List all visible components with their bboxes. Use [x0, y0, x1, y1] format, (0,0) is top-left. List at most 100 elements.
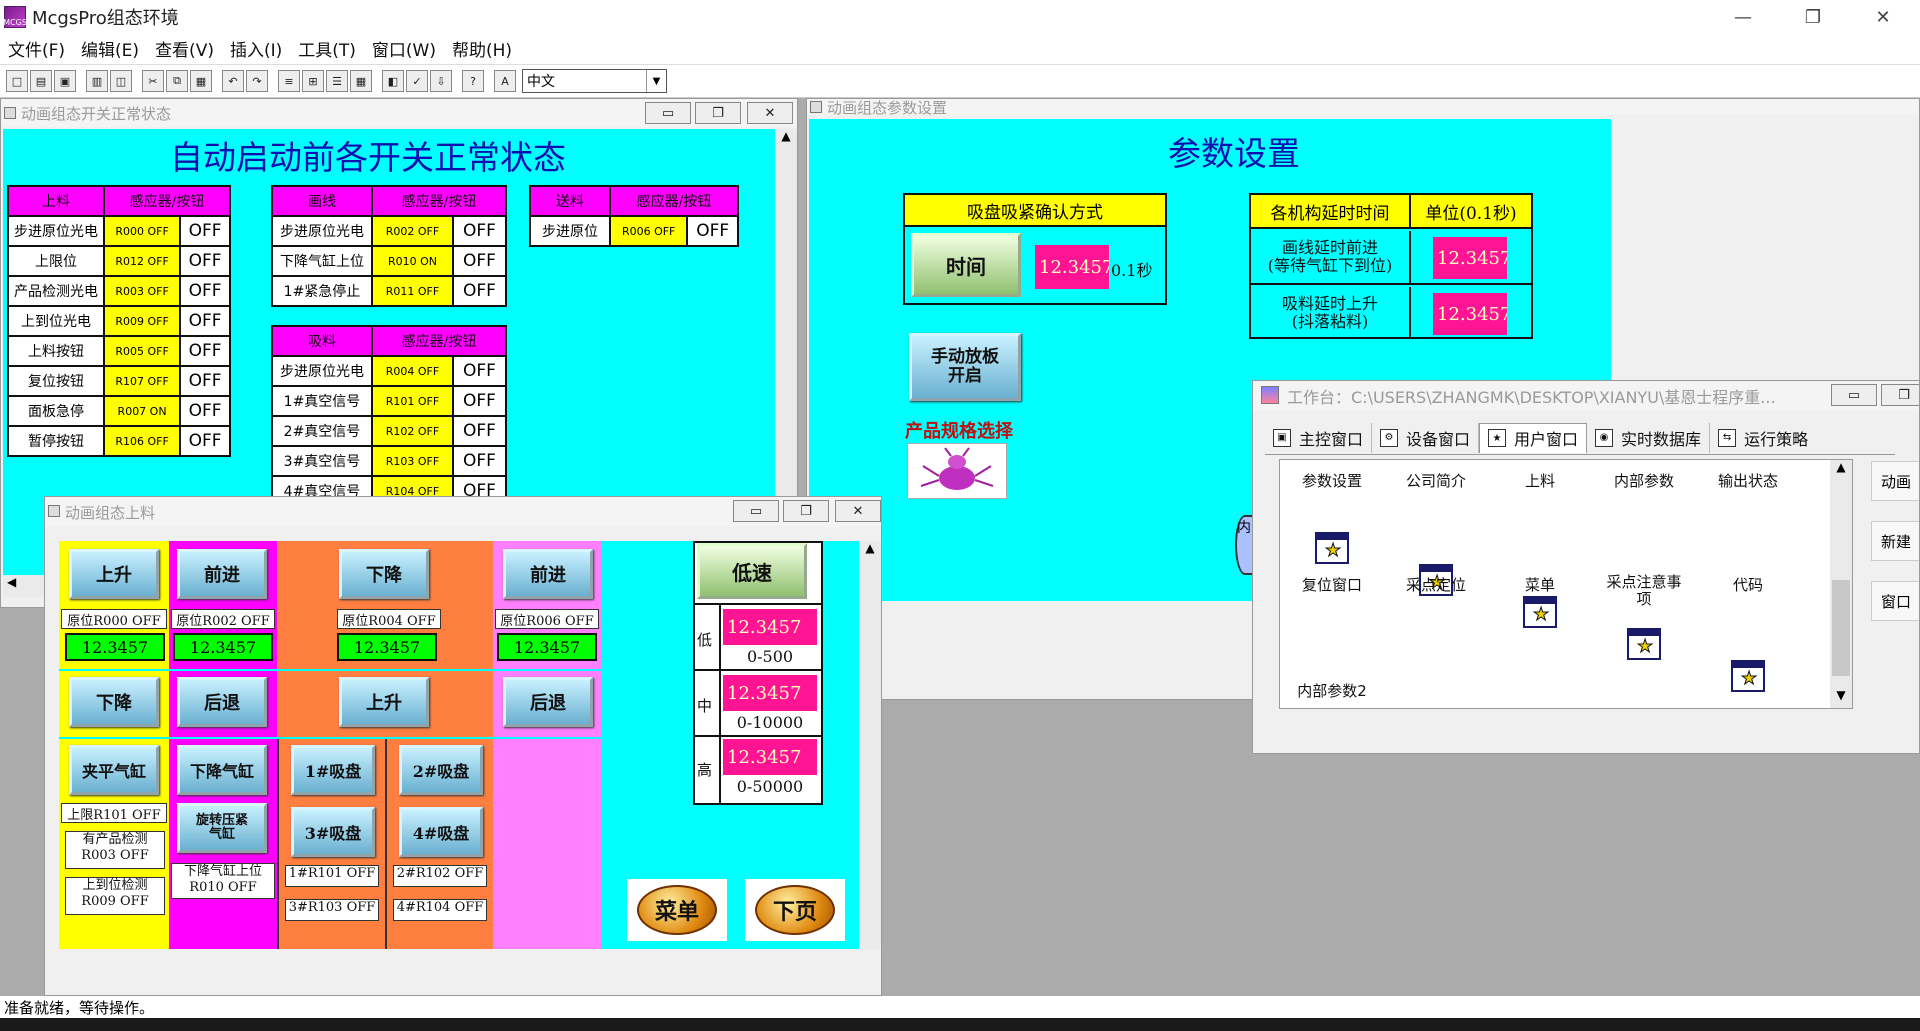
back2-button[interactable]: 后退 — [503, 677, 593, 727]
chevron-up-icon[interactable]: ▲ — [1830, 460, 1852, 474]
check-icon[interactable]: ✓ — [406, 70, 428, 92]
vertical-scrollbar[interactable]: ▲ ▼ — [1830, 460, 1852, 708]
value-display[interactable]: 12.3457 — [337, 633, 437, 661]
tab-run-strategy[interactable]: ⇆ 运行策略 — [1710, 423, 1816, 453]
menu-tools[interactable]: 工具(T) — [298, 36, 356, 61]
suction2-button[interactable]: 2#吸盘 — [399, 745, 483, 795]
minimize-button[interactable]: — — [1713, 0, 1773, 34]
cut-icon[interactable]: ✂ — [142, 70, 164, 92]
value-display[interactable]: 12.3457 — [173, 633, 273, 661]
menu-file[interactable]: 文件(F) — [8, 36, 65, 61]
paste-icon[interactable]: ▦ — [190, 70, 212, 92]
down-center-button[interactable]: 下降 — [339, 549, 429, 599]
window-icon[interactable]: ◧ — [382, 70, 404, 92]
tab-realtime-db[interactable]: ◉ 实时数据库 — [1587, 422, 1711, 453]
help-icon[interactable]: ? — [462, 70, 484, 92]
suction3-button[interactable]: 3#吸盘 — [291, 807, 375, 857]
low-speed-button[interactable]: 低速 — [697, 543, 807, 599]
chevron-up-icon[interactable]: ▲ — [775, 129, 797, 143]
next-page-button[interactable]: 下页 — [755, 885, 835, 935]
tab-device-window[interactable]: ⚙ 设备窗口 — [1372, 422, 1480, 453]
scroll-thumb[interactable] — [1832, 580, 1850, 676]
suction1-button[interactable]: 1#吸盘 — [291, 745, 375, 795]
vertical-scrollbar[interactable]: ▲ — [859, 541, 881, 949]
suction4-button[interactable]: 4#吸盘 — [399, 807, 483, 857]
new-window-button[interactable]: 新建 — [1871, 521, 1919, 561]
save-icon[interactable]: ▣ — [54, 70, 76, 92]
spec-select-button[interactable] — [907, 443, 1007, 499]
redo-icon[interactable]: ↷ — [246, 70, 268, 92]
restore-button[interactable]: ❐ — [1881, 384, 1919, 406]
back-button[interactable]: 后退 — [177, 677, 267, 727]
menu-view[interactable]: 查看(V) — [155, 36, 214, 61]
new-icon[interactable]: □ — [6, 70, 28, 92]
open-icon[interactable]: ▤ — [30, 70, 52, 92]
user-window-icon[interactable]: ★ — [1731, 660, 1765, 692]
speed-value[interactable]: 12.3457 — [723, 609, 817, 645]
tab-user-window[interactable]: ★ 用户窗口 — [1479, 422, 1588, 453]
delay-row-value[interactable]: 12.3457 — [1433, 293, 1507, 335]
undo-icon[interactable]: ↶ — [222, 70, 244, 92]
chevron-down-icon[interactable]: ▼ — [646, 70, 666, 92]
list-icon[interactable]: ☰ — [326, 70, 348, 92]
window-item-label[interactable]: 代码 — [1696, 574, 1800, 595]
chevron-up-icon[interactable]: ▲ — [859, 541, 881, 555]
minimize-button[interactable]: ▭ — [1831, 384, 1877, 406]
align-icon[interactable]: ≡ — [278, 70, 300, 92]
forward2-button[interactable]: 前进 — [503, 549, 593, 599]
menu-edit[interactable]: 编辑(E) — [81, 36, 139, 61]
language-icon[interactable]: A — [494, 70, 516, 92]
lower-cylinder-button[interactable]: 下降气缸 — [177, 745, 267, 795]
close-button[interactable]: ✕ — [1853, 0, 1913, 34]
print-icon[interactable]: ▥ — [86, 70, 108, 92]
window-item-label[interactable]: 内部参数2 — [1280, 680, 1384, 701]
chevron-down-icon[interactable]: ▼ — [1830, 688, 1852, 702]
download-icon[interactable]: ⇩ — [430, 70, 452, 92]
time-button[interactable]: 时间 — [911, 233, 1021, 297]
time-value[interactable]: 12.3457 — [1035, 245, 1109, 289]
close-button[interactable]: ✕ — [835, 500, 881, 522]
language-select[interactable]: 中文 ▼ — [522, 69, 667, 93]
window-item-label[interactable]: 公司简介 — [1384, 470, 1488, 491]
up2-button[interactable]: 上升 — [339, 677, 429, 727]
window-props-button[interactable]: 窗口 — [1871, 581, 1919, 621]
speed-value[interactable]: 12.3457 — [723, 739, 817, 775]
value-display[interactable]: 12.3457 — [497, 633, 597, 661]
minimize-button[interactable]: ▭ — [645, 102, 691, 124]
value-display[interactable]: 12.3457 — [65, 633, 165, 661]
minimize-button[interactable]: ▭ — [733, 500, 779, 522]
window-item-label[interactable]: 内部参数 — [1592, 470, 1696, 491]
delay-row-value[interactable]: 12.3457 — [1433, 237, 1507, 279]
menu-window[interactable]: 窗口(W) — [372, 36, 436, 61]
menu-insert[interactable]: 插入(I) — [230, 36, 282, 61]
tab-main-window[interactable]: ▣ 主控窗口 — [1265, 422, 1373, 453]
clamp-cylinder-button[interactable]: 夹平气缸 — [69, 745, 159, 795]
window-item-label[interactable]: 复位窗口 — [1280, 574, 1384, 595]
menu-help[interactable]: 帮助(H) — [452, 36, 512, 61]
down-button[interactable]: 下降 — [69, 677, 159, 727]
grid-icon[interactable]: ▦ — [350, 70, 372, 92]
preview-icon[interactable]: ◫ — [110, 70, 132, 92]
window-item-label[interactable]: 参数设置 — [1280, 470, 1384, 491]
tree-icon[interactable]: ⊞ — [302, 70, 324, 92]
forward-button[interactable]: 前进 — [177, 549, 267, 599]
restore-button[interactable]: ❐ — [783, 500, 829, 522]
user-window-icon[interactable]: ★ — [1627, 628, 1661, 660]
window-item-label[interactable]: 采点定位 — [1384, 574, 1488, 595]
up-button[interactable]: 上升 — [69, 549, 159, 599]
manual-release-button[interactable]: 手动放板 开启 — [909, 333, 1021, 401]
close-button[interactable]: ✕ — [747, 102, 793, 124]
user-window-icon[interactable]: ★ — [1315, 532, 1349, 564]
user-window-icon[interactable]: ★ — [1523, 596, 1557, 628]
window-item-label[interactable]: 菜单 — [1488, 574, 1592, 595]
window-item-label[interactable]: 输出状态 — [1696, 470, 1800, 491]
rotate-press-button[interactable]: 旋转压紧 气缸 — [177, 803, 267, 853]
restore-button[interactable]: ❐ — [695, 102, 741, 124]
window-item-label[interactable]: 采点注意事 项 — [1592, 574, 1696, 608]
window-item-label[interactable]: 上料 — [1488, 470, 1592, 491]
restore-button[interactable]: ❐ — [1783, 0, 1843, 34]
animation-button[interactable]: 动画 — [1871, 461, 1919, 501]
speed-value[interactable]: 12.3457 — [723, 675, 817, 711]
menu-button[interactable]: 菜单 — [637, 885, 717, 935]
copy-icon[interactable]: ⧉ — [166, 70, 188, 92]
